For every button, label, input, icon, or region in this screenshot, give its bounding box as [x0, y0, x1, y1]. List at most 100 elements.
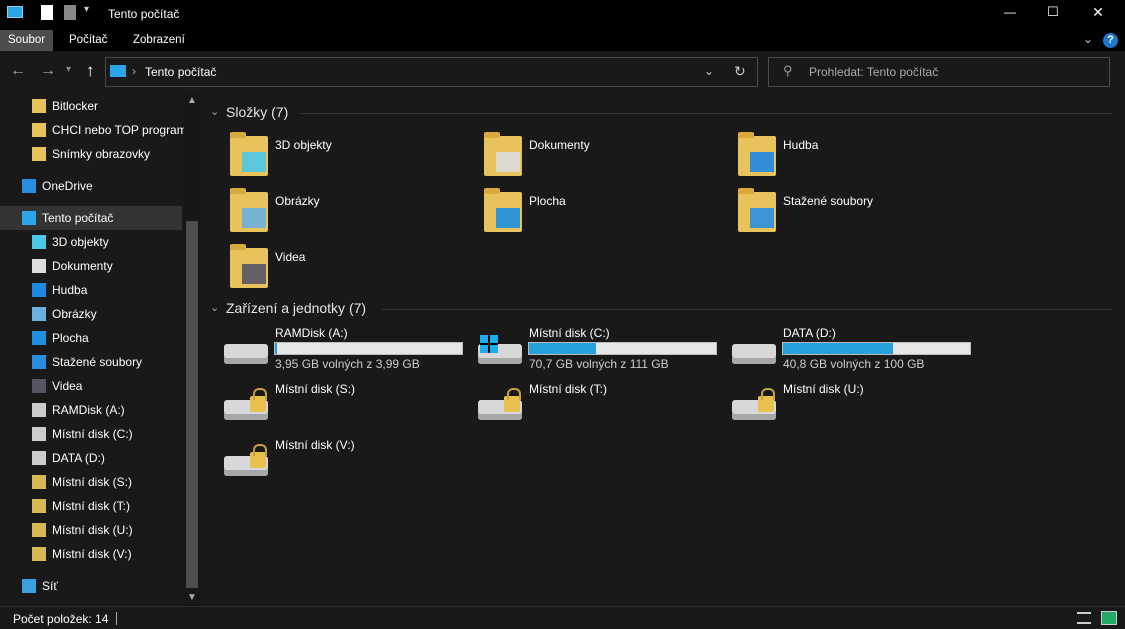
sidebar-item-label: Plocha [52, 331, 89, 345]
back-button[interactable]: ← [10, 62, 26, 80]
drive-icon [224, 344, 268, 364]
navigation-bar: ← → ▾ ↑ › Tento počítač ⌄ ↻ ⚲ Prohledat:… [0, 51, 1125, 93]
sidebar-item[interactable]: Místní disk (S:) [0, 470, 182, 494]
drive-item[interactable]: Místní disk (U:) [732, 382, 972, 430]
drives-header[interactable]: Zařízení a jednotky (7) [226, 300, 366, 316]
drive-item[interactable]: Místní disk (S:) [224, 382, 464, 430]
sidebar-item-label: Místní disk (V:) [52, 547, 132, 561]
folder-label: Obrázky [275, 194, 320, 208]
address-dropdown-icon[interactable]: ⌄ [704, 64, 714, 78]
sidebar-item-label: Místní disk (C:) [52, 427, 133, 441]
sidebar-item[interactable]: 3D objekty [0, 230, 182, 254]
locked-drive-icon [32, 547, 46, 561]
drive-label: Místní disk (C:) [529, 326, 610, 340]
expand-ribbon-icon[interactable]: ⌄ [1083, 32, 1093, 46]
sidebar-item[interactable]: CHCI nebo TOP program [0, 118, 187, 142]
tab-pocitac[interactable]: Počítač [61, 30, 115, 51]
minimize-button[interactable]: — [1000, 5, 1020, 19]
sidebar-item[interactable]: DATA (D:) [0, 446, 182, 470]
sidebar-item[interactable]: Síť [0, 574, 182, 598]
large-icons-view-icon[interactable] [1101, 611, 1117, 625]
drive-label: DATA (D:) [783, 326, 836, 340]
new-folder-icon[interactable] [64, 5, 76, 20]
drive-item[interactable]: Místní disk (T:) [478, 382, 718, 430]
drive-item[interactable]: Místní disk (V:) [224, 438, 464, 486]
recent-locations-button[interactable]: ▾ [66, 64, 71, 75]
video-icon [242, 264, 266, 284]
help-button[interactable]: ? [1103, 33, 1118, 48]
sidebar-item[interactable]: Místní disk (V:) [0, 542, 182, 566]
windows-logo-icon [480, 335, 498, 353]
divider [116, 612, 117, 625]
sidebar-item[interactable]: Obrázky [0, 302, 182, 326]
lock-icon [758, 388, 775, 412]
drive-icon [32, 427, 46, 441]
cloud-icon [22, 179, 36, 193]
lock-icon [504, 388, 521, 412]
scrollbar[interactable]: ▲ ▼ [184, 93, 200, 606]
drive-icon [32, 451, 46, 465]
customize-quick-access-icon[interactable]: ▾ [84, 4, 89, 15]
scroll-down-icon[interactable]: ▼ [187, 592, 197, 603]
sidebar-item[interactable]: Snímky obrazovky [0, 142, 182, 166]
sidebar-item-label: Videa [52, 379, 83, 393]
collapse-icon[interactable]: ⌄ [210, 105, 219, 118]
collapse-icon[interactable]: ⌄ [210, 301, 219, 314]
sidebar-item-label: 3D objekty [52, 235, 109, 249]
drive-label: Místní disk (V:) [275, 438, 355, 452]
properties-icon[interactable] [41, 5, 53, 20]
folders-header[interactable]: Složky (7) [226, 104, 288, 120]
sidebar-item[interactable]: OneDrive [0, 174, 182, 198]
tab-zobrazeni[interactable]: Zobrazení [125, 30, 193, 51]
sidebar-item[interactable]: Hudba [0, 278, 182, 302]
drive-item[interactable]: Místní disk (C:) 70,7 GB volných z 111 GB [478, 326, 718, 374]
refresh-icon[interactable]: ↻ [734, 63, 746, 80]
sidebar-item[interactable]: Místní disk (T:) [0, 494, 182, 518]
sidebar-item[interactable]: Bitlocker [0, 94, 182, 118]
music-icon [750, 152, 774, 172]
folder-icon [32, 99, 46, 113]
search-input[interactable]: ⚲ Prohledat: Tento počítač [768, 57, 1110, 87]
sidebar-item[interactable]: Tento počítač [0, 206, 182, 230]
sidebar-item[interactable]: RAMDisk (A:) [0, 398, 182, 422]
up-button[interactable]: ↑ [86, 61, 95, 81]
address-bar[interactable]: › Tento počítač ⌄ ↻ [105, 57, 758, 87]
drive-item[interactable]: DATA (D:) 40,8 GB volných z 100 GB [732, 326, 972, 374]
folder-item[interactable]: Dokumenty [482, 132, 590, 180]
picture-icon [32, 307, 46, 321]
drive-label: RAMDisk (A:) [275, 326, 348, 340]
folder-icon [32, 147, 46, 161]
maximize-button[interactable]: ☐ [1043, 4, 1063, 20]
close-button[interactable]: ✕ [1088, 4, 1108, 21]
sidebar-item[interactable]: Místní disk (U:) [0, 518, 182, 542]
folder-label: Plocha [529, 194, 566, 208]
folder-item[interactable]: Obrázky [228, 188, 320, 236]
tab-soubor[interactable]: Soubor [0, 30, 54, 51]
computer-icon [110, 65, 126, 77]
sidebar-item[interactable]: Stažené soubory [0, 350, 182, 374]
folder-item[interactable]: 3D objekty [228, 132, 332, 180]
computer-icon [22, 211, 36, 225]
lock-icon [250, 388, 267, 412]
cube-icon [242, 152, 266, 172]
folder-item[interactable]: Stažené soubory [736, 188, 873, 236]
forward-button[interactable]: → [40, 62, 56, 80]
usage-bar [528, 342, 717, 355]
sidebar-item[interactable]: Plocha [0, 326, 182, 350]
drive-free-space: 40,8 GB volných z 100 GB [783, 357, 925, 371]
sidebar-item-label: Obrázky [52, 307, 97, 321]
details-view-icon[interactable] [1077, 612, 1091, 624]
folder-item[interactable]: Videa [228, 244, 305, 292]
drive-item[interactable]: RAMDisk (A:) 3,95 GB volných z 3,99 GB [224, 326, 464, 374]
folder-label: Videa [275, 250, 306, 264]
sidebar-item-label: Bitlocker [52, 99, 99, 113]
scrollbar-thumb[interactable] [186, 221, 198, 588]
document-icon [496, 152, 520, 172]
sidebar-item-label: Hudba [52, 283, 88, 297]
sidebar-item[interactable]: Videa [0, 374, 182, 398]
sidebar-item[interactable]: Dokumenty [0, 254, 182, 278]
folder-item[interactable]: Plocha [482, 188, 566, 236]
scroll-up-icon[interactable]: ▲ [187, 95, 197, 106]
sidebar-item[interactable]: Místní disk (C:) [0, 422, 182, 446]
folder-item[interactable]: Hudba [736, 132, 818, 180]
